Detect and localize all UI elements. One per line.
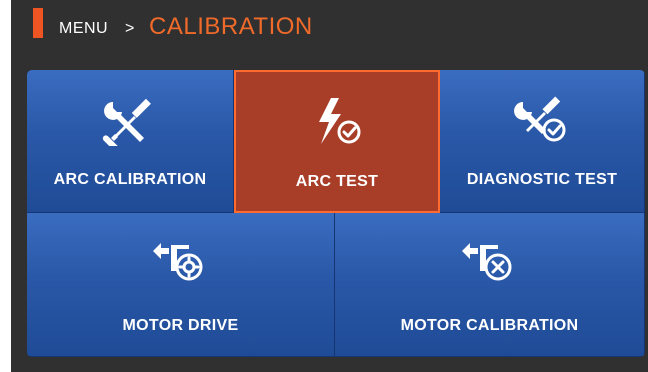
motor-calibration-label: MOTOR CALIBRATION	[400, 317, 579, 334]
arc-calibration-button[interactable]: ARC CALIBRATION	[27, 70, 234, 213]
lightning-check-icon	[319, 98, 361, 144]
motor-drive-label: MOTOR DRIVE	[122, 317, 239, 334]
breadcrumb-menu-link[interactable]: MENU	[59, 20, 108, 38]
arc-calibration-label: ARC CALIBRATION	[53, 171, 207, 188]
breadcrumb-separator: >	[125, 20, 135, 37]
menu-grid: ARC CALIBRATION ARC TEST DIAGNOSTIC TEST…	[27, 70, 645, 357]
diagnostic-test-label: DIAGNOSTIC TEST	[466, 171, 618, 188]
motor-tools-icon	[461, 243, 511, 281]
wrench-screwdriver-icon	[102, 98, 151, 146]
motor-drive-button[interactable]: MOTOR DRIVE	[27, 213, 335, 357]
diagnostic-test-button[interactable]: DIAGNOSTIC TEST	[440, 70, 645, 213]
page-title: CALIBRATION	[149, 13, 313, 40]
motor-gear-icon	[152, 243, 202, 281]
header: MENU > CALIBRATION	[11, 0, 648, 54]
arc-test-label: ARC TEST	[295, 173, 379, 190]
motor-calibration-button[interactable]: MOTOR CALIBRATION	[335, 213, 645, 357]
tools-check-icon	[514, 96, 566, 142]
arc-test-button[interactable]: ARC TEST	[234, 70, 440, 213]
calibration-screen: MENU > CALIBRATION ARC CALIBRATION ARC T…	[11, 0, 648, 372]
header-accent-bar	[33, 8, 43, 38]
